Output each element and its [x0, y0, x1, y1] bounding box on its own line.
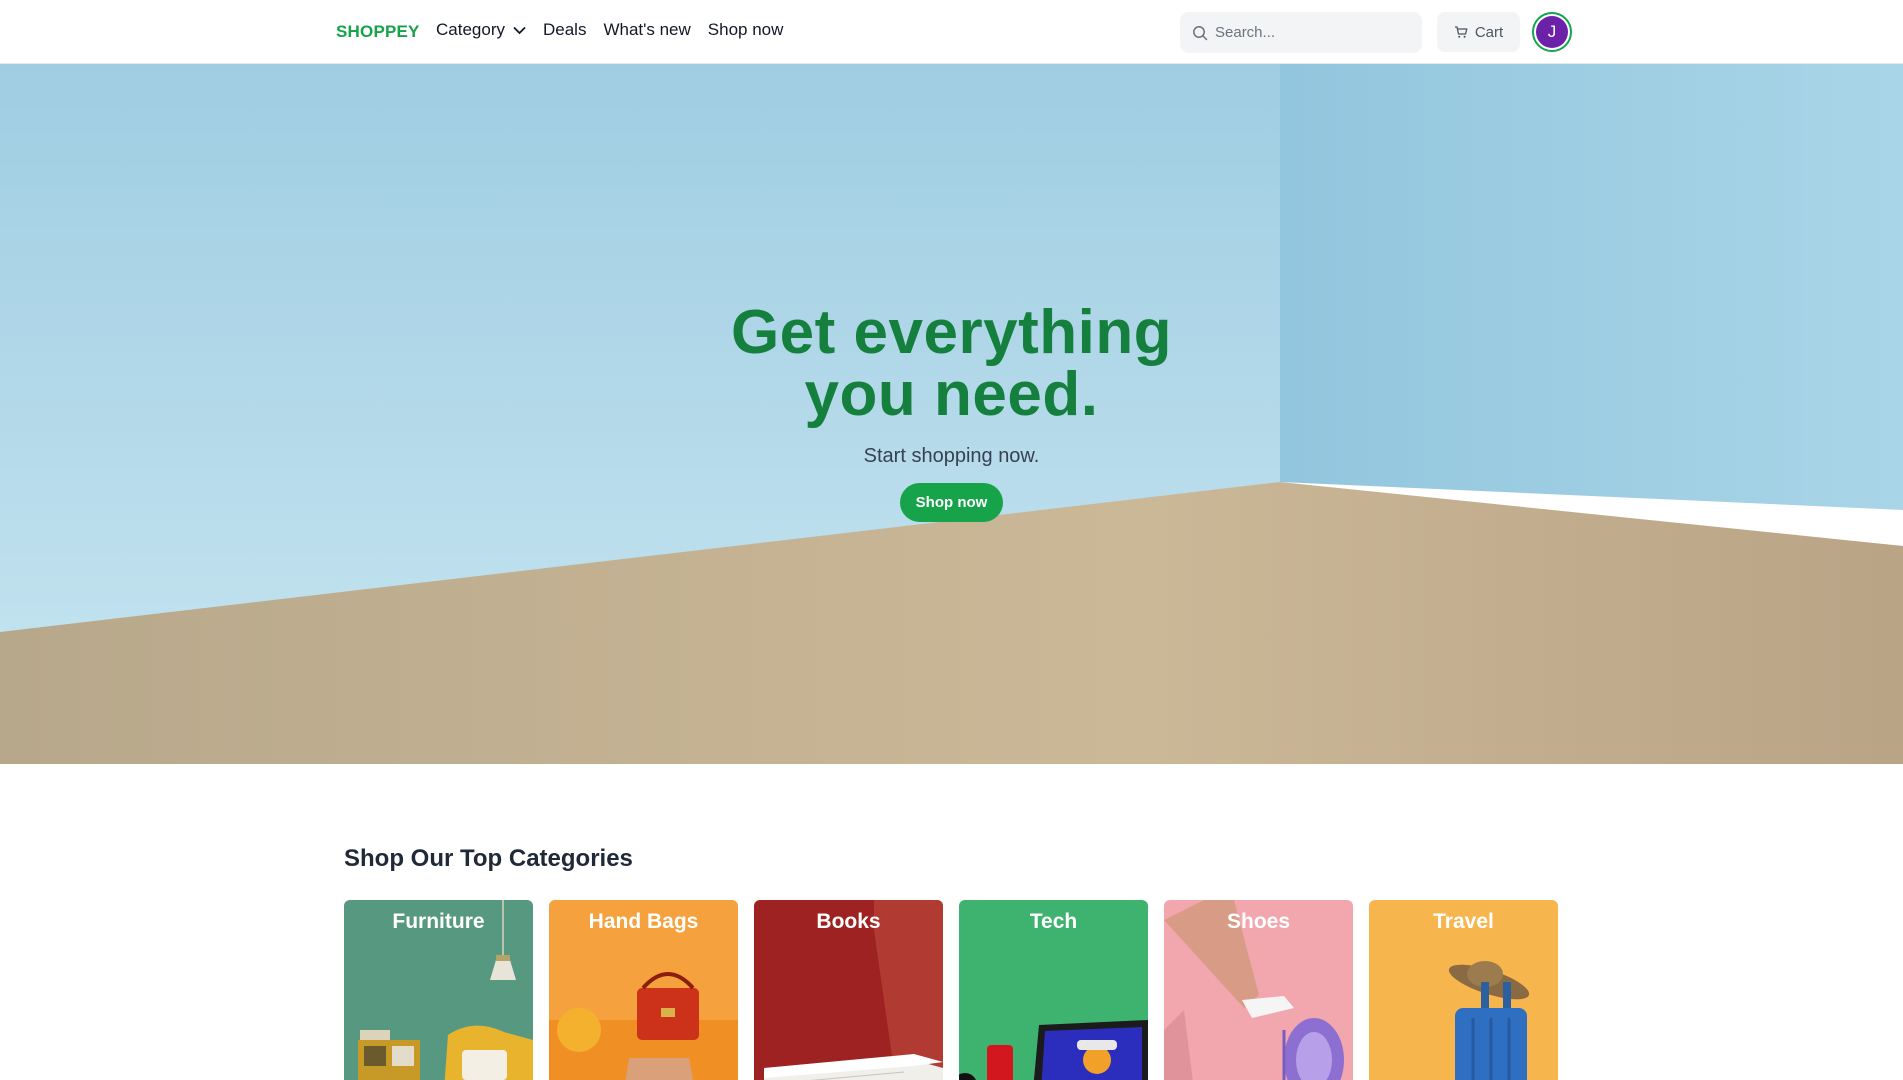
- cart-label: Cart: [1474, 23, 1504, 41]
- hero-title-line-2: you need.: [804, 360, 1099, 429]
- category-card-tech[interactable]: Tech: [959, 900, 1148, 1080]
- category-label-books: Books: [816, 910, 881, 933]
- cart-button[interactable]: Cart: [1437, 12, 1520, 52]
- chevron-down-icon: [513, 26, 526, 34]
- category-card-hand-bags[interactable]: Hand Bags: [549, 900, 738, 1080]
- top-nav-bar: SHOPPEY Category Deals What's new Shop n…: [0, 0, 1903, 64]
- search-input[interactable]: [1215, 24, 1405, 41]
- main-nav: Category Deals What's new Shop now: [436, 20, 783, 40]
- nav-shop-now[interactable]: Shop now: [708, 20, 784, 40]
- category-label-shoes: Shoes: [1226, 910, 1291, 933]
- categories-heading: Shop Our Top Categories: [344, 845, 633, 872]
- category-label-tech: Tech: [1029, 910, 1078, 933]
- user-avatar[interactable]: J: [1532, 12, 1572, 52]
- category-label-travel: Travel: [1433, 910, 1494, 933]
- nav-deals[interactable]: Deals: [543, 20, 586, 40]
- search-box[interactable]: [1180, 12, 1422, 53]
- category-card-furniture[interactable]: Furniture: [344, 900, 533, 1080]
- search-icon: [1193, 25, 1208, 40]
- brand-logo[interactable]: SHOPPEY: [336, 22, 420, 42]
- category-label-hand-bags: Hand Bags: [588, 910, 699, 933]
- nav-category-dropdown[interactable]: Category: [436, 20, 526, 40]
- category-card-books[interactable]: Books: [754, 900, 943, 1080]
- category-list: Furniture Hand Bags Books Tech Shoes Tra…: [344, 900, 1558, 1080]
- avatar-initial: J: [1536, 16, 1568, 48]
- category-label-furniture: Furniture: [392, 910, 485, 933]
- nav-whats-new[interactable]: What's new: [603, 20, 690, 40]
- hero-banner: Get everything you need. Start shopping …: [0, 64, 1903, 764]
- hero-content: Get everything you need. Start shopping …: [0, 302, 1903, 522]
- hero-subtitle: Start shopping now.: [863, 445, 1040, 467]
- cart-icon: [1454, 26, 1468, 38]
- category-card-travel[interactable]: Travel: [1369, 900, 1558, 1080]
- nav-category-label: Category: [436, 20, 505, 39]
- shop-now-button[interactable]: Shop now: [899, 483, 1004, 522]
- category-card-shoes[interactable]: Shoes: [1164, 900, 1353, 1080]
- hero-title-line-1: Get everything: [730, 298, 1173, 367]
